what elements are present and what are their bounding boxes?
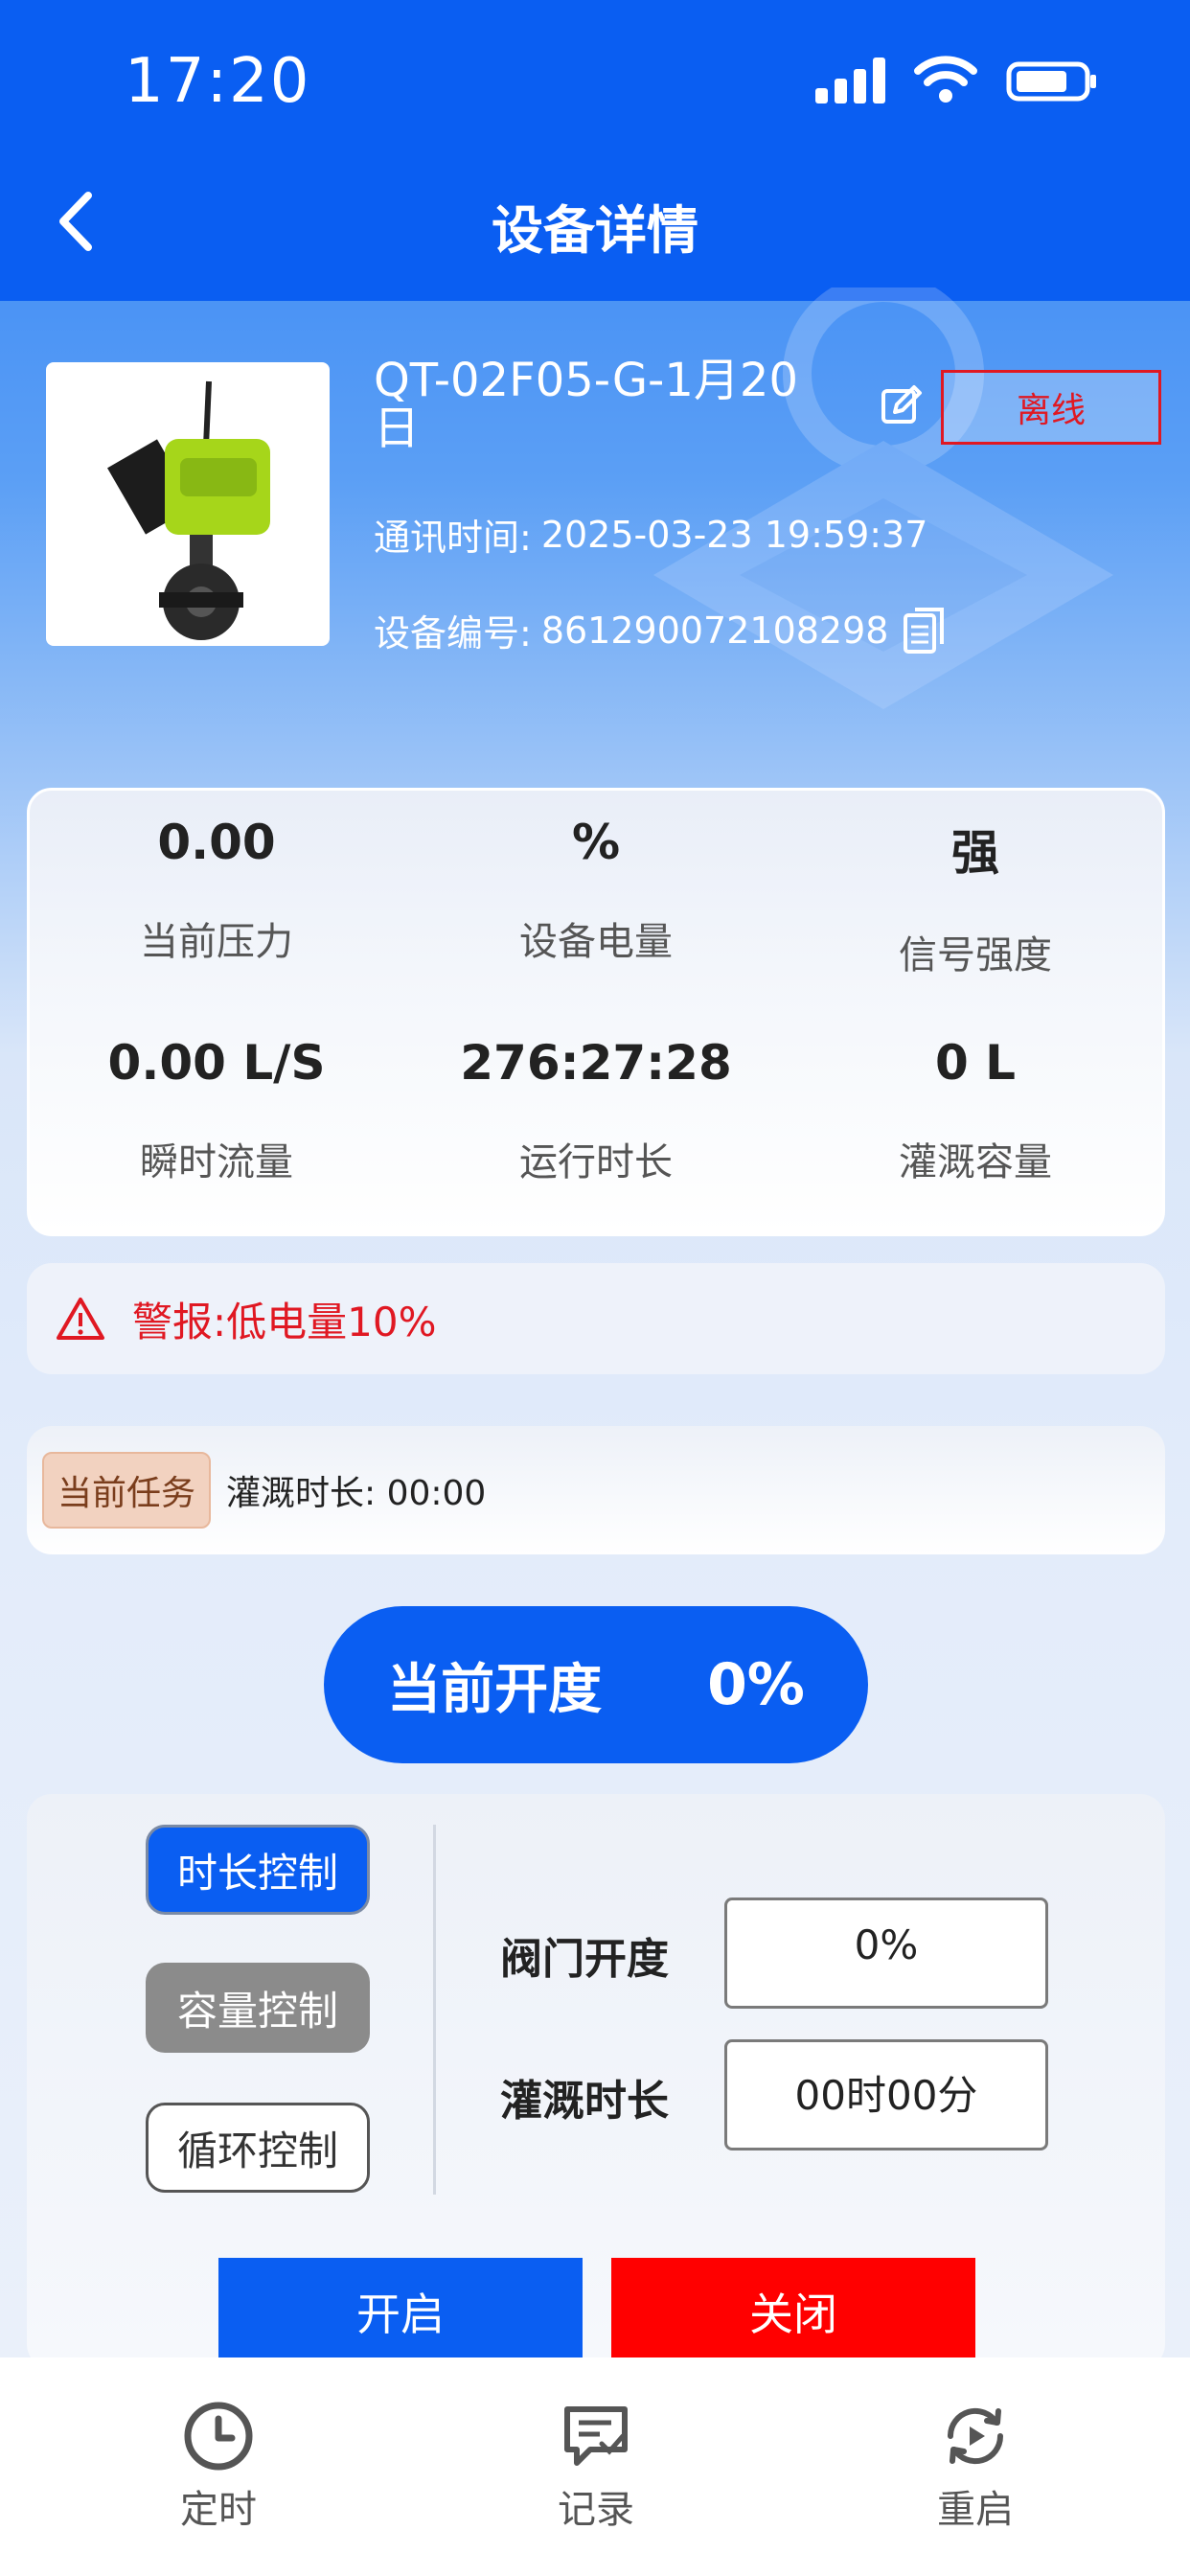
valve-opening-input[interactable]: 0% [724,1898,1048,2009]
stat-flow: 0.00 L/S 瞬时流量 [27,1035,406,1186]
cellular-signal-icon [815,56,885,104]
stat-battery: % 设备电量 [406,815,786,966]
stat-value: 0.00 [157,815,276,870]
warning-icon [57,1298,104,1340]
stat-value: 强 [951,825,999,881]
opening-label: 当前开度 [387,1658,603,1721]
serial-value: 861290072108298 [540,609,889,652]
stat-value: % [571,815,621,870]
tab-records[interactable]: 记录 [481,2398,711,2534]
stat-label: 瞬时流量 [140,1140,293,1184]
record-icon [564,2406,628,2466]
current-task: 当前任务 灌溉时长: 00:00 [27,1426,1165,1554]
device-name: QT-02F05-G-1月20日 [374,354,798,455]
battery-icon [1006,61,1096,102]
comm-time-value: 2025-03-23 19:59:37 [540,513,928,556]
stat-value: 0.00 L/S [107,1035,326,1091]
tab-schedule[interactable]: 定时 [103,2398,333,2534]
stat-value: 0 L [934,1035,1017,1091]
task-text: 灌溉时长: 00:00 [226,1474,487,1513]
irrigation-duration-label: 灌溉时长 [500,2077,669,2126]
alert-banner: 警报:低电量10% [27,1263,1165,1374]
cycle-control-button[interactable]: 循环控制 [146,2103,370,2193]
irrigation-duration-input[interactable]: 00时00分 [724,2039,1048,2150]
capacity-control-button[interactable]: 容量控制 [146,1963,370,2053]
stat-label: 当前压力 [140,920,293,964]
stat-label: 设备电量 [519,920,673,964]
restart-icon [947,2407,1004,2465]
task-badge: 当前任务 [42,1452,212,1529]
status-badge: 离线 [941,370,1161,445]
close-button[interactable]: 关闭 [611,2258,975,2365]
stat-label: 信号强度 [899,933,1052,978]
status-icons [815,56,1098,104]
comm-time-row: 通讯时间: 2025-03-23 19:59:37 [374,508,927,561]
open-button[interactable]: 开启 [218,2258,583,2365]
valve-opening-label: 阀门开度 [500,1935,669,1984]
copy-icon[interactable] [902,606,946,656]
stat-runtime: 276:27:28 运行时长 [406,1035,786,1186]
tab-label: 记录 [558,2488,634,2532]
edit-icon[interactable] [880,383,924,427]
stat-signal: 强 信号强度 [786,815,1165,979]
wifi-icon [914,56,977,103]
serial-row: 设备编号: 861290072108298 [374,604,946,656]
status-time: 17:20 [125,46,311,117]
duration-control-button[interactable]: 时长控制 [146,1825,370,1915]
stat-value: 276:27:28 [460,1035,732,1091]
serial-label: 设备编号: [374,612,532,655]
clock-icon [184,2402,253,2471]
divider [433,1825,436,2195]
alert-text: 警报:低电量10% [132,1298,437,1346]
device-image [46,362,330,646]
current-opening-pill: 当前开度 0% [324,1606,868,1763]
tab-restart[interactable]: 重启 [860,2398,1090,2534]
stat-pressure: 0.00 当前压力 [27,815,406,966]
page-title: 设备详情 [492,200,698,261]
comm-time-label: 通讯时间: [374,517,532,559]
stat-label: 运行时长 [519,1140,673,1184]
tab-label: 定时 [180,2488,257,2532]
stat-capacity: 0 L 灌溉容量 [786,1035,1165,1186]
opening-value: 0% [707,1651,805,1718]
tab-label: 重启 [937,2488,1014,2532]
stat-label: 灌溉容量 [899,1140,1052,1184]
